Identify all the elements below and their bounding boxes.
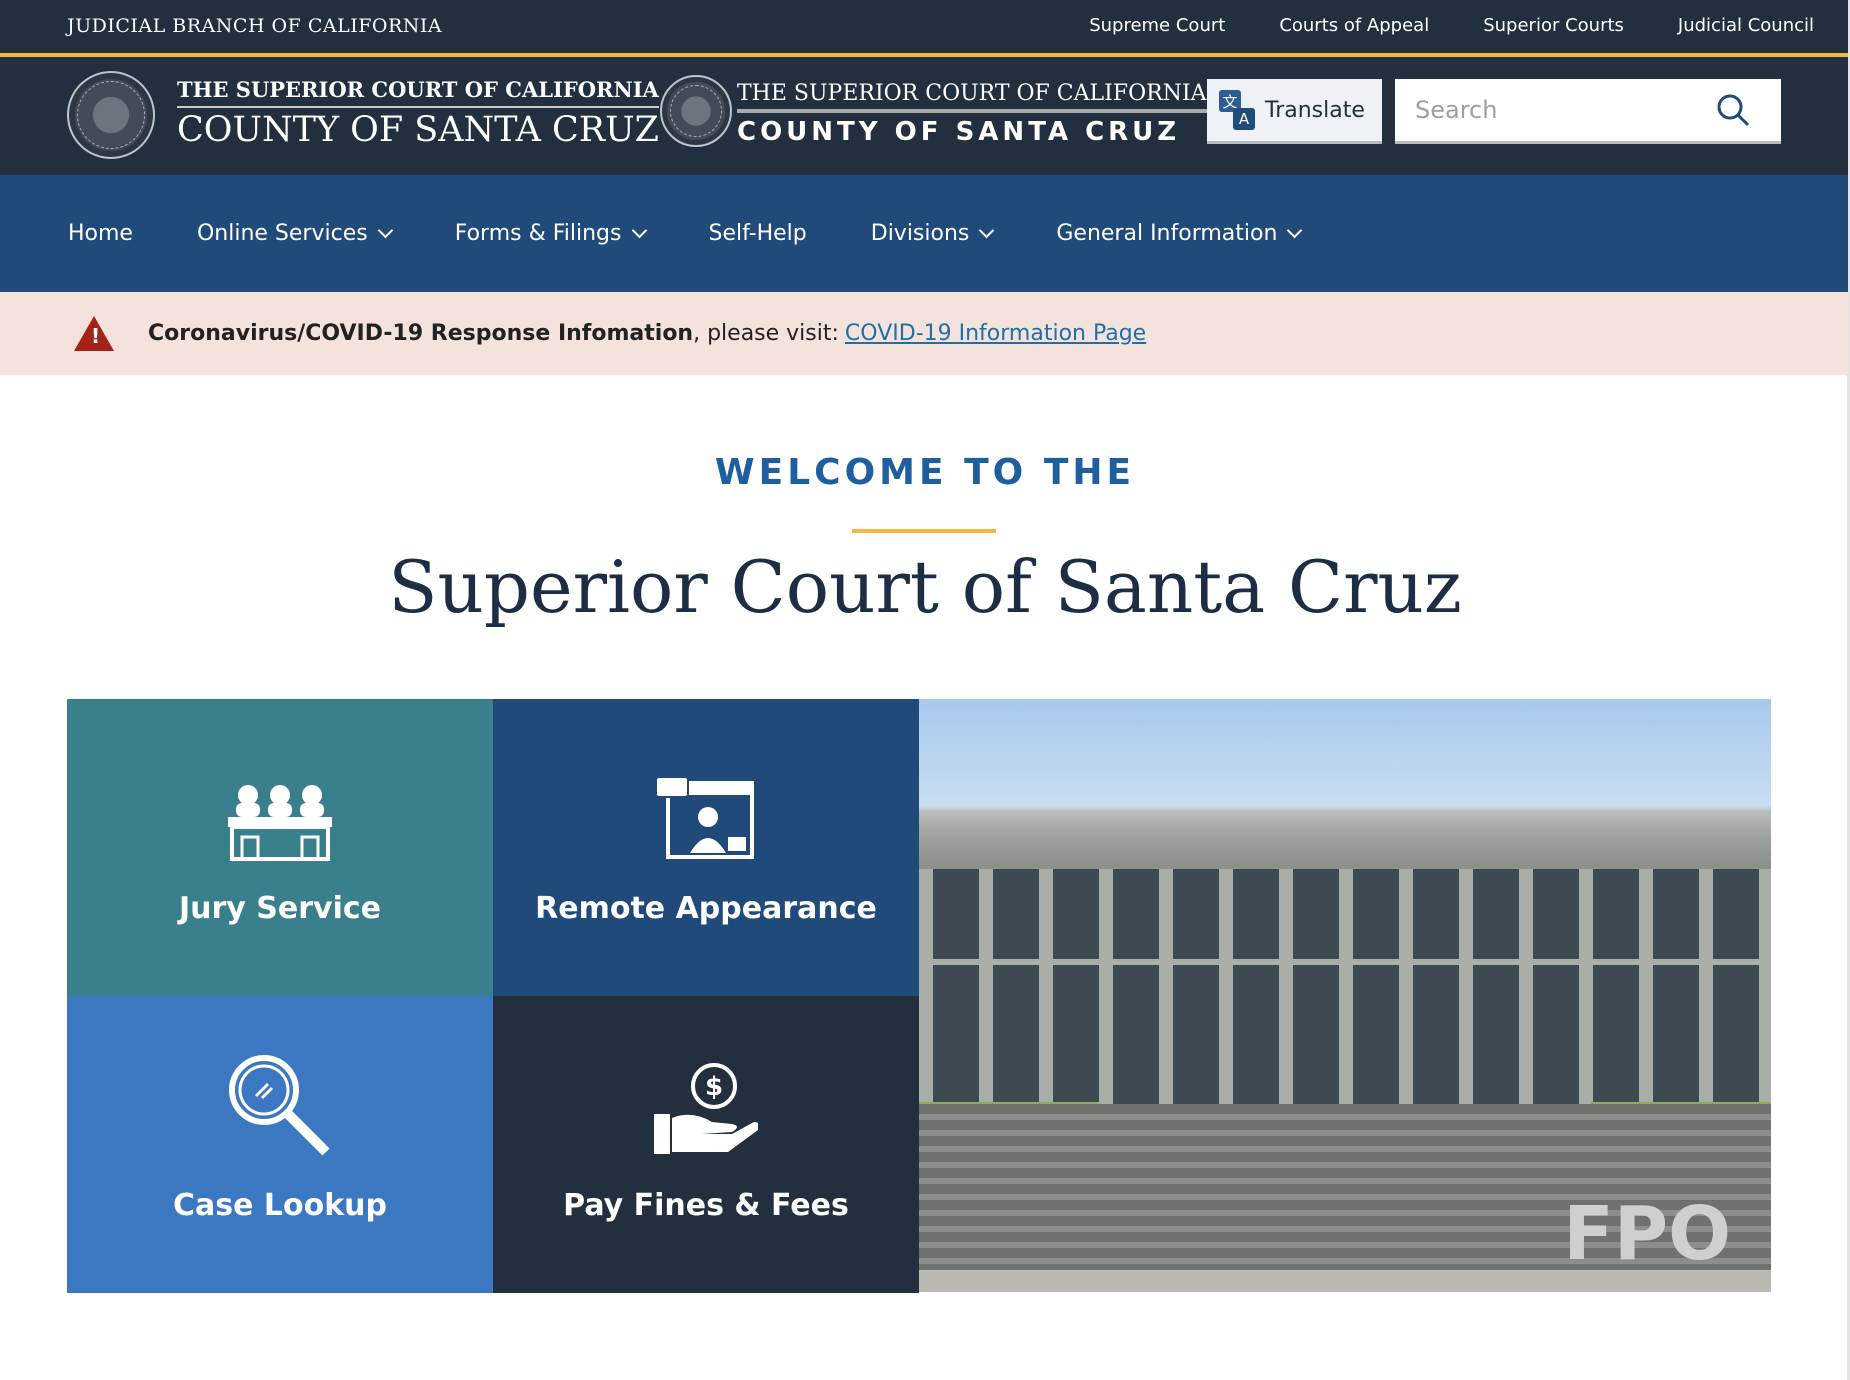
chevron-down-icon: [979, 222, 995, 239]
logo-line2: COUNTY OF SANTA CRUZ: [177, 110, 659, 150]
tile-label: Case Lookup: [172, 1188, 388, 1223]
tile-label: Remote Appearance: [535, 891, 877, 926]
nav-label: Self-Help: [708, 221, 807, 246]
tile-pay-fines-fees[interactable]: $ Pay Fines & Fees: [493, 996, 919, 1293]
alert-text: , please visit:: [693, 321, 839, 346]
search-box: [1395, 79, 1781, 144]
nav-label: Online Services: [196, 221, 368, 246]
nav-label: Divisions: [870, 221, 970, 246]
link-superior-courts[interactable]: Superior Courts: [1483, 15, 1624, 36]
courthouse-photo: FPO: [919, 699, 1771, 1292]
gold-rule: [852, 529, 996, 533]
search-icon[interactable]: [1715, 92, 1751, 128]
tile-remote-appearance[interactable]: Remote Appearance: [493, 699, 919, 996]
chevron-down-icon: [631, 222, 647, 239]
search-input[interactable]: [1395, 96, 1715, 124]
tile-label: Jury Service: [178, 891, 382, 926]
logo-line1: THE SUPERIOR COURT OF CALIFORNIA: [737, 81, 1207, 113]
nav-home[interactable]: Home: [68, 221, 133, 246]
nav-label: Home: [68, 221, 133, 246]
link-judicial-council[interactable]: Judicial Council: [1678, 15, 1814, 36]
building: [919, 869, 1771, 1119]
alert-title: Coronavirus/COVID-19 Response Infomation: [148, 321, 694, 346]
site-header: THE SUPERIOR COURT OF CALIFORNIA COUNTY …: [0, 57, 1848, 175]
court-seal-icon: [660, 75, 732, 147]
nav-label: Forms & Filings: [454, 221, 622, 246]
court-seal-icon: [67, 71, 155, 159]
nav-general-information[interactable]: General Information: [1056, 221, 1303, 246]
welcome-kicker: WELCOME TO THE: [714, 452, 1136, 493]
tile-jury-service[interactable]: Jury Service: [67, 699, 493, 996]
covid-alert-banner: ! Coronavirus/COVID-19 Response Infomati…: [0, 292, 1848, 375]
page-title: Superior Court of Santa Cruz: [388, 545, 1462, 629]
warning-icon: !: [74, 316, 114, 351]
payment-hand-icon: $: [654, 1063, 758, 1154]
translate-button[interactable]: 文A Translate: [1207, 79, 1382, 144]
jury-icon: [228, 785, 332, 861]
judicial-branch-brand[interactable]: JUDICIAL BRANCH OF CALIFORNIA: [67, 15, 442, 37]
tile-label: Pay Fines & Fees: [563, 1188, 849, 1223]
nav-divisions[interactable]: Divisions: [870, 221, 995, 246]
video-call-icon: [656, 777, 754, 859]
logo-serif[interactable]: THE SUPERIOR COURT OF CALIFORNIA COUNTY …: [177, 77, 659, 150]
fpo-watermark: FPO: [1563, 1191, 1731, 1277]
link-courts-of-appeal[interactable]: Courts of Appeal: [1279, 15, 1429, 36]
covid-info-link[interactable]: COVID-19 Information Page: [845, 321, 1146, 346]
translate-label: Translate: [1265, 97, 1365, 123]
logo-line1: THE SUPERIOR COURT OF CALIFORNIA: [177, 77, 659, 108]
nav-self-help[interactable]: Self-Help: [709, 221, 807, 246]
nav-forms-filings[interactable]: Forms & Filings: [454, 221, 647, 246]
link-supreme-court[interactable]: Supreme Court: [1089, 15, 1225, 36]
magnifier-icon: [229, 1055, 330, 1156]
main-nav: Home Online Services Forms & Filings Sel…: [0, 175, 1848, 292]
logo-alt[interactable]: THE SUPERIOR COURT OF CALIFORNIA COUNTY …: [737, 81, 1207, 147]
translate-icon: 文A: [1219, 90, 1255, 130]
nav-label: General Information: [1056, 221, 1278, 246]
tile-case-lookup[interactable]: Case Lookup: [67, 996, 493, 1293]
nav-online-services[interactable]: Online Services: [196, 221, 393, 246]
top-utility-bar: JUDICIAL BRANCH OF CALIFORNIA Supreme Co…: [0, 0, 1848, 53]
logo-line2: COUNTY OF SANTA CRUZ: [737, 117, 1181, 147]
chevron-down-icon: [1287, 222, 1303, 239]
chevron-down-icon: [377, 222, 393, 239]
svg-text:$: $: [705, 1072, 723, 1102]
